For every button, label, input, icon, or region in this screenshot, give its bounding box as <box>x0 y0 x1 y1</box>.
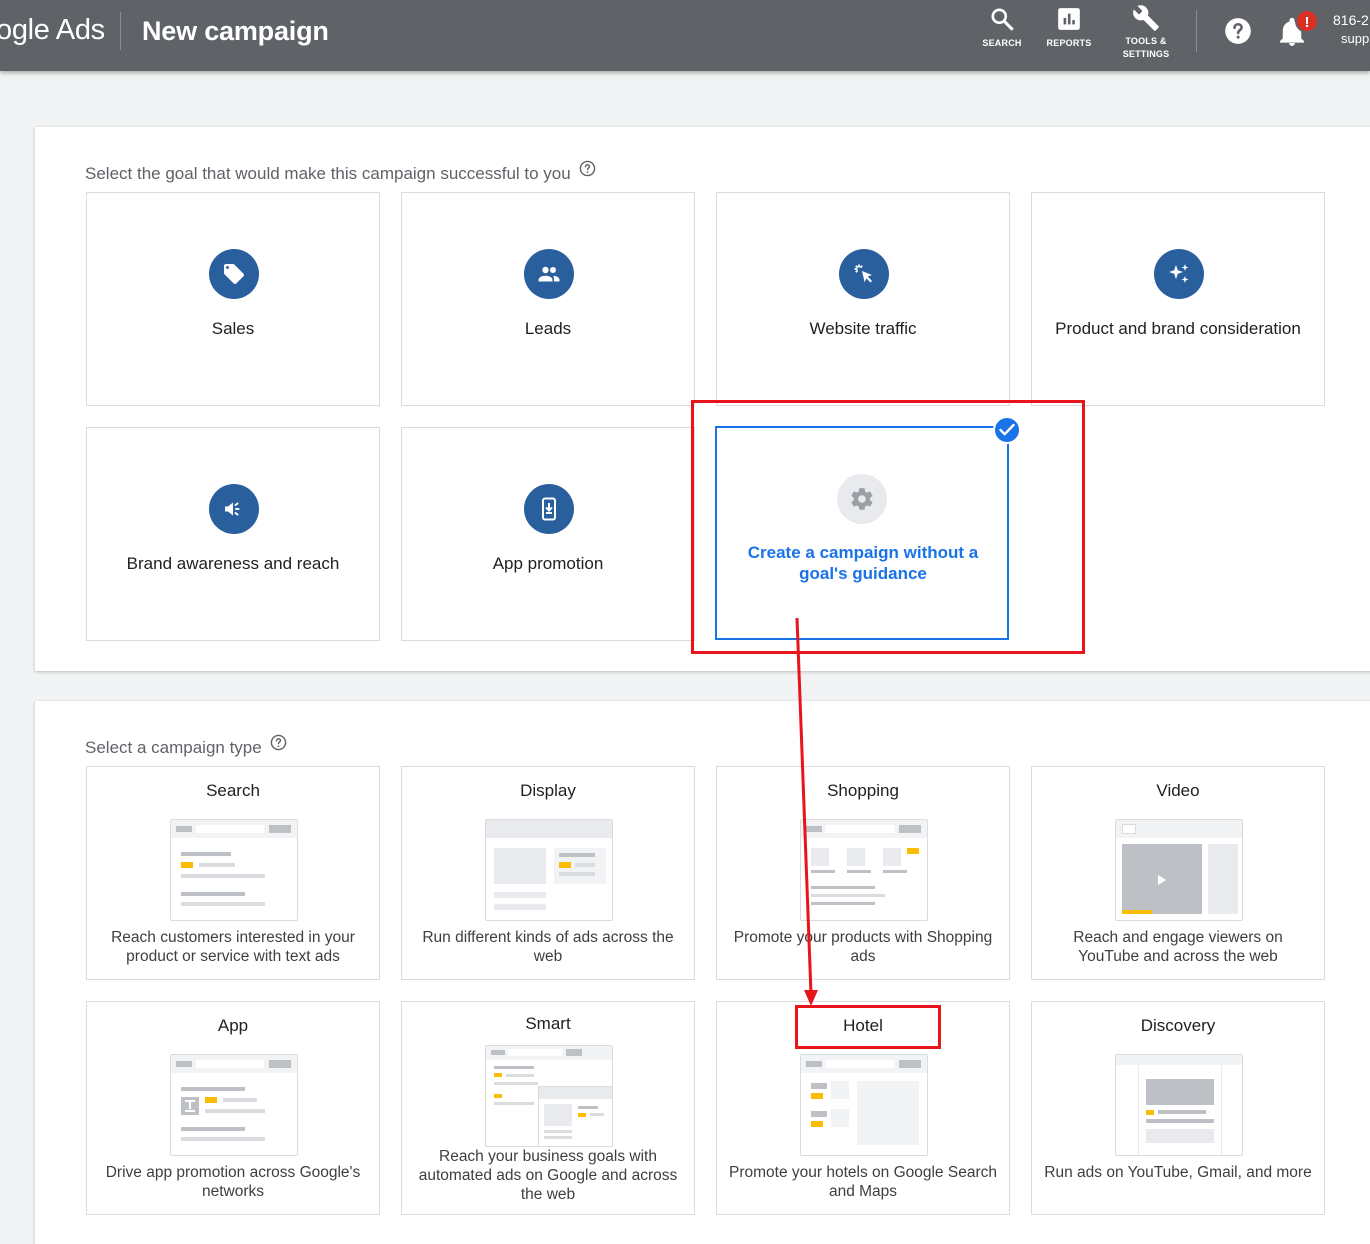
annotation-arrow <box>795 617 818 1006</box>
